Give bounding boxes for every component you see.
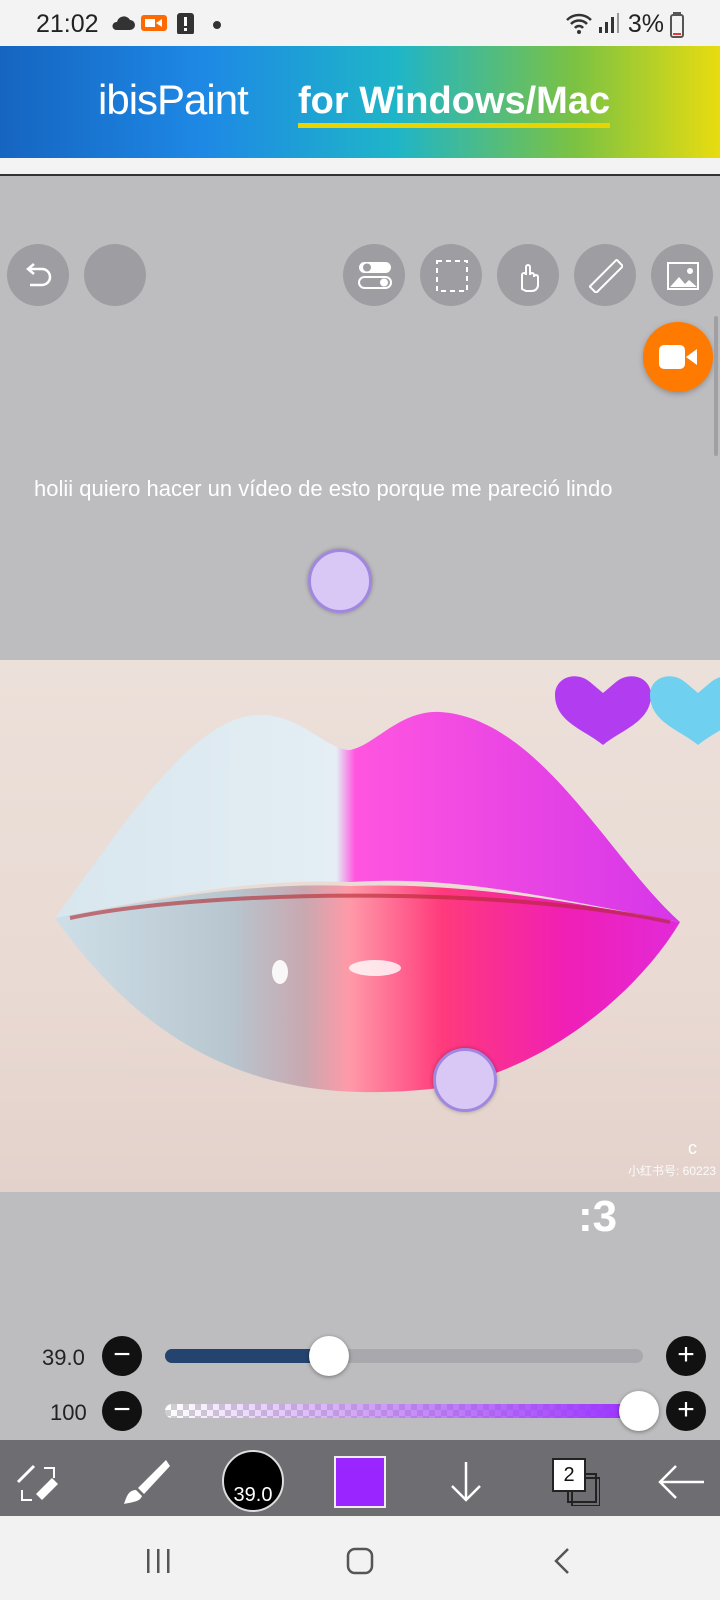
brush-size-indicator-label: 39.0 [233,1484,273,1506]
reference-image-button[interactable] [651,244,713,306]
tool-swap-button[interactable] [14,1460,62,1506]
minus-icon: − [113,1393,131,1426]
gradient-handle-bottom[interactable] [433,1048,497,1112]
status-time: 21:02 [36,10,99,38]
redo-button[interactable] [84,244,146,306]
system-back-button[interactable] [550,1546,574,1576]
canvas-note-text: holii quiero hacer un vídeo de esto porq… [34,476,613,501]
layers-button[interactable]: 2 [552,1458,586,1492]
minus-icon: − [113,1338,131,1371]
hand-icon [521,264,539,292]
image-icon [667,262,699,290]
chevron-left-icon [554,1548,569,1574]
brush-tool-button[interactable] [120,1456,170,1506]
dot-icon [213,21,221,29]
banner-divider [0,158,720,176]
recent-apps-button[interactable] [144,1546,174,1576]
selection-button[interactable] [420,244,482,306]
status-bar: 21:02 3% [0,0,720,46]
brush-size-minus-button[interactable]: − [102,1336,142,1376]
opacity-plus-button[interactable]: + [666,1391,706,1431]
toggle-panel-button[interactable] [343,244,405,306]
record-button[interactable] [643,322,713,392]
banner-tagline: for Windows/Mac [298,80,611,128]
ruler-button[interactable] [574,244,636,306]
gradient-handle-top[interactable] [308,549,372,613]
color-swatch-button[interactable] [334,1456,386,1508]
opacity-minus-button[interactable]: − [102,1391,142,1431]
brush-eraser-swap-icon [16,1464,58,1501]
scrollbar[interactable] [714,316,718,456]
ruler-icon [589,259,623,293]
battery-icon [670,12,684,38]
watermark-letter: c [688,1138,697,1158]
arrow-down-icon [451,1462,481,1502]
undo-button[interactable] [7,244,69,306]
home-button[interactable] [345,1546,375,1576]
video-camera-icon [141,15,167,31]
canvas-artwork[interactable] [0,660,720,1192]
alert-icon [177,13,194,34]
system-nav-bar [0,1516,720,1600]
video-record-icon [659,345,697,369]
download-button[interactable] [446,1460,486,1504]
brush-icon [124,1460,170,1504]
hand-tool-button[interactable] [497,244,559,306]
watermark-id: 小红书号: 60223 [628,1164,717,1178]
opacity-slider-track[interactable] [165,1404,640,1418]
brush-size-indicator[interactable]: 39.0 [222,1450,284,1512]
lips-artwork [55,676,720,1093]
signal-icon [599,13,619,33]
back-button[interactable] [656,1464,706,1500]
selection-icon [436,260,468,292]
cloud-icon [112,16,135,30]
brush-size-slider-fill [165,1349,328,1363]
home-icon [346,1547,374,1575]
brush-size-plus-button[interactable]: + [666,1336,706,1376]
battery-percent: 3% [627,10,664,38]
recent-apps-icon [147,1549,170,1573]
brush-size-value: 39.0 [42,1345,85,1370]
plus-icon: + [677,1393,695,1426]
canvas-caption: :3 [578,1192,618,1241]
wifi-icon [566,13,592,34]
opacity-slider-thumb[interactable] [619,1391,659,1431]
brush-size-slider-thumb[interactable] [309,1336,349,1376]
ibispaint-logo: ibisPaint [98,76,249,123]
plus-icon: + [677,1338,695,1371]
undo-icon [26,263,52,287]
arrow-left-icon [658,1465,704,1499]
promo-banner[interactable]: ibisPaint for Windows/Mac [0,46,720,158]
toggle-icon [358,262,392,289]
opacity-value: 100 [50,1400,87,1425]
